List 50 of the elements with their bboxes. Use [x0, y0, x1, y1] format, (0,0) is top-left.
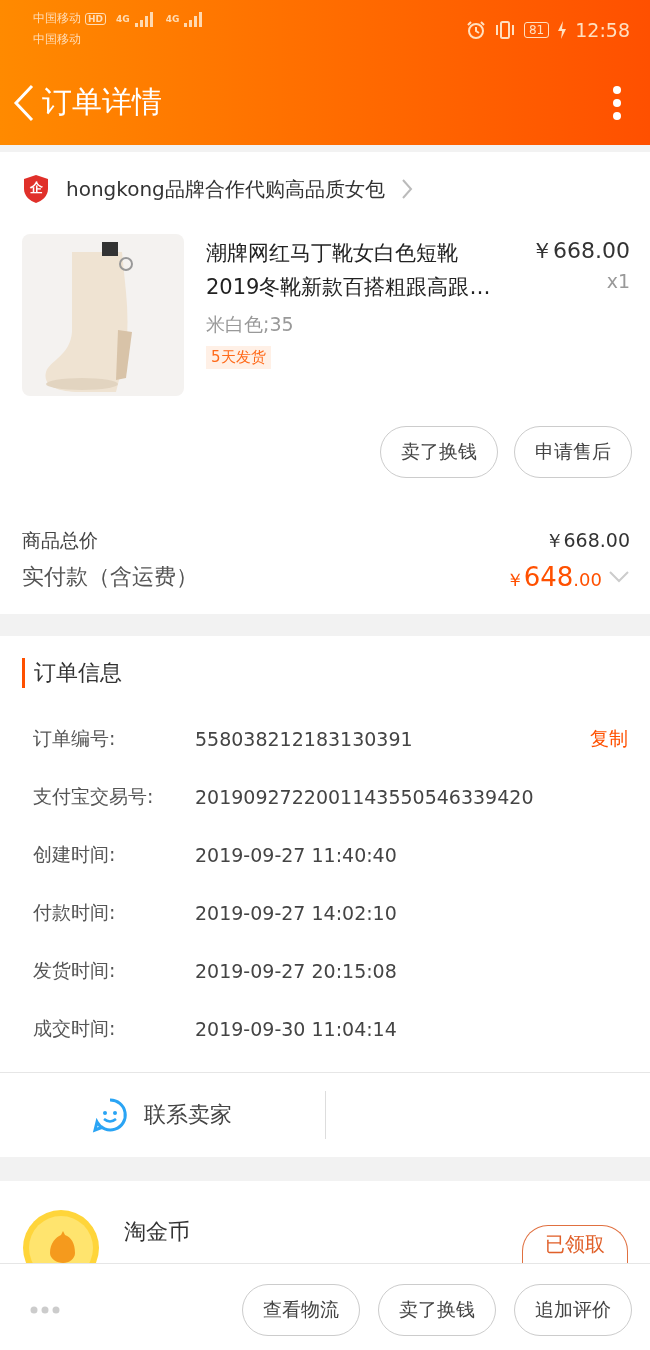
summary-value: ￥668.00	[544, 528, 630, 553]
chat-face-icon	[92, 1097, 129, 1133]
summary-label: 商品总价	[22, 528, 98, 553]
shop-name[interactable]: hongkong品牌合作代购高品质女包	[66, 175, 385, 203]
shipping-tag: 5天发货	[206, 346, 271, 369]
product-quantity: x1	[606, 270, 630, 292]
network-type: 4G	[116, 13, 130, 24]
action-button[interactable]: 追加评价	[514, 1284, 632, 1336]
hd-badge: HD	[85, 12, 106, 25]
info-value: 2019-09-30 11:04:14	[195, 1018, 397, 1040]
carrier-name: 中国移动	[33, 31, 82, 48]
coin-title: 淘金币	[124, 1218, 190, 1246]
info-label: 订单编号:	[33, 726, 117, 751]
shield-icon	[22, 174, 50, 204]
info-value: 2019-09-27 14:02:10	[195, 902, 397, 924]
info-label: 付款时间:	[33, 900, 117, 925]
action-button[interactable]: 卖了换钱	[378, 1284, 496, 1336]
alarm-icon	[465, 20, 486, 40]
info-label: 发货时间:	[33, 958, 117, 983]
info-label: 支付宝交易号:	[33, 784, 155, 809]
product-title[interactable]: 潮牌网红马丁靴女白色短靴 2019冬靴新款百搭粗跟高跟…	[206, 236, 491, 304]
charging-icon	[557, 21, 568, 39]
carrier-name: 中国移动	[33, 10, 81, 27]
action-button[interactable]: 申请售后	[514, 426, 632, 478]
chevron-right-icon[interactable]	[400, 178, 413, 200]
section-title: 订单信息	[22, 658, 628, 688]
shop-type-label: 企	[28, 179, 44, 197]
summary-label: 实付款（含运费）	[22, 563, 198, 591]
action-button[interactable]: 查看物流	[242, 1284, 360, 1336]
clock-time: 12:58	[575, 19, 630, 41]
product-variant: 米白色;35	[206, 312, 294, 337]
info-value: 2019092722001143550546339420	[195, 786, 534, 808]
info-value: 2019-09-27 11:40:40	[195, 844, 397, 866]
vibrate-icon	[493, 20, 516, 40]
info-label: 成交时间:	[33, 1016, 117, 1041]
info-value: 558038212183130391	[195, 728, 413, 750]
network-type: 4G	[165, 13, 180, 24]
more-dots-icon[interactable]	[30, 1306, 60, 1314]
product-price: ￥668.00	[531, 237, 630, 265]
paid-amount: ￥648.00	[505, 562, 602, 592]
page-title: 订单详情	[42, 83, 162, 121]
signal-icon	[133, 10, 156, 27]
back-icon[interactable]	[12, 82, 36, 123]
info-value: 2019-09-27 20:15:08	[195, 960, 397, 982]
chevron-down-icon[interactable]	[608, 570, 630, 584]
battery-indicator: 81	[523, 22, 550, 38]
action-button[interactable]: 卖了换钱	[380, 426, 498, 478]
more-icon[interactable]	[612, 84, 622, 121]
info-label: 创建时间:	[33, 842, 117, 867]
claimed-button[interactable]: 已领取	[522, 1225, 628, 1263]
